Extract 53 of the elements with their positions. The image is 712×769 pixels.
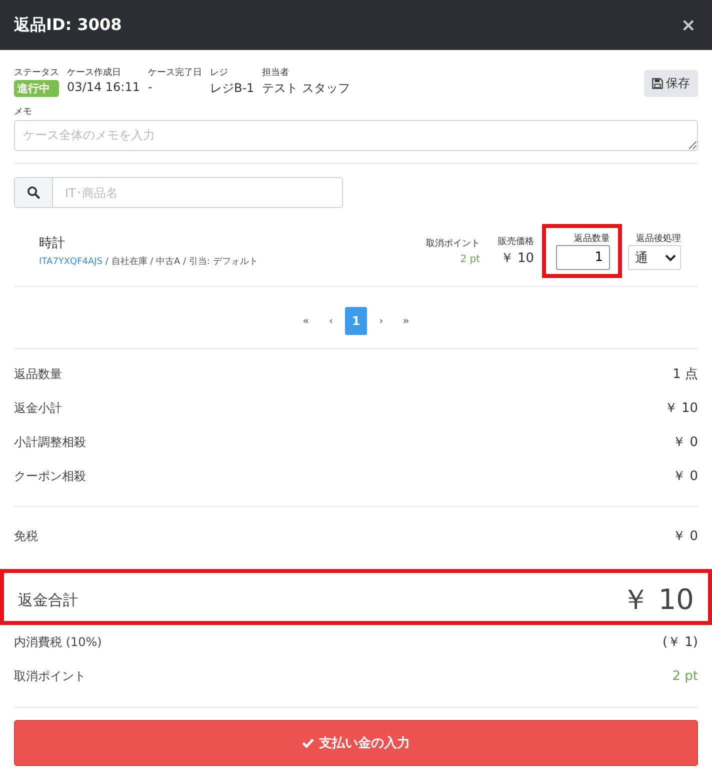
item-code-link[interactable]: ITA7YXQF4AJS	[39, 257, 103, 267]
summary-value: ￥ 0	[672, 528, 698, 545]
check-icon	[302, 738, 314, 748]
save-button[interactable]: 保存	[644, 70, 698, 97]
field-value: -	[148, 80, 154, 94]
field-label: ケース作成日	[67, 66, 122, 79]
summary-label: 免税	[14, 528, 38, 544]
column-label: 取消ポイント	[426, 238, 480, 250]
summary-value: ￥ 0	[672, 434, 698, 451]
summary-label: 小計調整相殺	[14, 434, 86, 450]
summary-value: ￥ 0	[672, 468, 698, 485]
field-value: 03/14 16:11	[67, 80, 140, 94]
payment-button[interactable]: 支払い金の入力	[14, 720, 698, 766]
item-details: ITA7YXQF4AJS / 自社在庫 / 中古A / 引当: デフォルト	[39, 256, 259, 268]
search-field[interactable]: IT･商品名	[14, 177, 343, 208]
summary-label: クーポン相殺	[14, 468, 86, 484]
field-label: ステータス	[14, 67, 59, 79]
summary-label: 内消費税 (10%)	[14, 634, 102, 650]
close-button[interactable]: ×	[680, 14, 696, 36]
field-label: 担当者	[262, 66, 290, 79]
chevron-down-icon	[665, 254, 676, 262]
item-name: 時計	[39, 235, 66, 252]
summary-label: 返金小計	[14, 400, 62, 416]
column-label: 返品数量	[574, 232, 610, 245]
summary-value: ￥ 10	[664, 400, 698, 417]
column-label: 返品後処理	[636, 232, 681, 245]
total-label: 返金合計	[18, 590, 78, 610]
summary-label: 取消ポイント	[14, 668, 86, 684]
summary-value: 1 点	[672, 366, 698, 383]
after-process-select[interactable]: 通	[628, 245, 681, 270]
save-icon	[652, 78, 663, 89]
field-label: レジ	[210, 67, 229, 79]
total-value: ￥ 10	[621, 582, 694, 618]
column-label: 販売価格	[498, 236, 534, 248]
points-value: 2 pt	[672, 668, 698, 684]
memo-field[interactable]: ケース全体のメモを入力	[14, 120, 698, 151]
memo-label: メモ	[14, 106, 33, 118]
page-button[interactable]: 1	[345, 307, 367, 335]
quantity-field[interactable]: 1	[556, 245, 610, 270]
points-value: 2 pt	[460, 254, 480, 265]
status-badge: 進行中	[14, 80, 59, 97]
page-button[interactable]: »	[395, 307, 417, 335]
summary-value: (￥ 1)	[662, 634, 698, 651]
page-button[interactable]: ‹	[320, 307, 342, 335]
field-value: テスト スタッフ	[262, 80, 350, 97]
summary-label: 返品数量	[14, 366, 62, 382]
field-label: ケース完了日	[148, 66, 202, 79]
dialog-title: 返品ID: 3008	[14, 14, 122, 36]
field-value: レジB-1	[210, 80, 254, 97]
page-button[interactable]: ›	[370, 307, 392, 335]
page-button[interactable]: «	[295, 307, 317, 335]
price-value: ￥ 10	[500, 250, 534, 267]
search-icon	[27, 186, 40, 199]
